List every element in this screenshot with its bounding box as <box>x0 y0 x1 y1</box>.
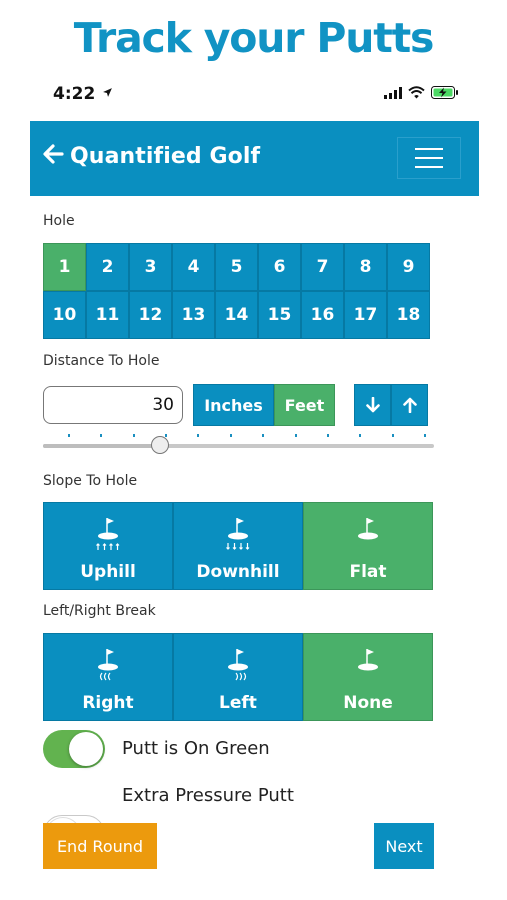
back-arrow-icon[interactable] <box>42 143 64 171</box>
right-break-button[interactable]: Right <box>43 633 173 721</box>
downhill-button[interactable]: Downhill <box>173 502 303 590</box>
hole-button[interactable]: 18 <box>387 291 430 339</box>
hole-button[interactable]: 14 <box>215 291 258 339</box>
hole-button[interactable]: 17 <box>344 291 387 339</box>
feet-button[interactable]: Feet <box>274 384 335 426</box>
no-break-button[interactable]: None <box>303 633 433 721</box>
menu-icon-bar <box>415 148 443 150</box>
hole-button[interactable]: 3 <box>129 243 172 291</box>
slope-label: Slope To Hole <box>43 473 138 489</box>
hole-button[interactable]: 11 <box>86 291 129 339</box>
status-time: 4:22 <box>53 84 113 104</box>
hole-selector: 1 2 3 4 5 6 7 8 9 10 11 12 13 14 15 16 1… <box>43 243 430 339</box>
end-round-button[interactable]: End Round <box>43 823 157 869</box>
toggle-knob <box>69 732 103 766</box>
inches-button[interactable]: Inches <box>193 384 274 426</box>
on-green-toggle[interactable] <box>43 730 105 768</box>
hole-button[interactable]: 13 <box>172 291 215 339</box>
no-break-icon <box>358 649 378 671</box>
slider-tick <box>132 434 135 437</box>
uphill-label: Uphill <box>80 562 136 582</box>
menu-icon-bar <box>415 166 443 168</box>
hamburger-menu-button[interactable] <box>397 137 461 179</box>
wifi-icon <box>408 86 425 99</box>
slider-tick <box>294 434 297 437</box>
hole-button[interactable]: 8 <box>344 243 387 291</box>
right-break-icon <box>98 649 118 681</box>
battery-charging-icon <box>431 86 458 99</box>
slider-tick <box>326 434 329 437</box>
slider-tick <box>229 434 232 437</box>
hole-button[interactable]: 4 <box>172 243 215 291</box>
slider-tick <box>197 434 200 437</box>
slider-tick <box>359 434 362 437</box>
uphill-icon <box>96 518 120 550</box>
decrement-button[interactable] <box>354 384 391 426</box>
status-time-text: 4:22 <box>53 84 96 104</box>
location-arrow-icon <box>103 88 113 97</box>
hole-button[interactable]: 15 <box>258 291 301 339</box>
slider-tick <box>68 434 70 437</box>
hole-button[interactable]: 10 <box>43 291 86 339</box>
hole-button[interactable]: 1 <box>43 243 86 291</box>
break-label: Left/Right Break <box>43 603 156 619</box>
promo-headline: Track your Putts <box>73 14 435 62</box>
left-break-label: Left <box>219 693 257 713</box>
hole-button[interactable]: 2 <box>86 243 129 291</box>
slope-selector: Uphill Downhill Flat <box>43 502 433 590</box>
cellular-signal-icon <box>384 86 402 99</box>
arrow-down-icon <box>365 397 380 413</box>
distance-slider-thumb[interactable] <box>151 436 170 454</box>
arrow-up-icon <box>402 397 417 413</box>
break-selector: Right Left None <box>43 633 433 721</box>
distance-input[interactable] <box>43 386 183 424</box>
hole-button[interactable]: 16 <box>301 291 344 339</box>
hole-button[interactable]: 5 <box>215 243 258 291</box>
distance-stepper <box>354 384 428 426</box>
left-break-icon <box>228 649 248 681</box>
slider-tick <box>424 434 426 437</box>
unit-toggle: Inches Feet <box>193 384 335 426</box>
slider-tick <box>165 434 168 437</box>
slider-tick <box>100 434 103 437</box>
slider-tick <box>262 434 265 437</box>
hole-button[interactable]: 6 <box>258 243 301 291</box>
left-break-button[interactable]: Left <box>173 633 303 721</box>
app-title: Quantified Golf <box>70 144 261 169</box>
downhill-label: Downhill <box>196 562 280 582</box>
hole-button[interactable]: 12 <box>129 291 172 339</box>
increment-button[interactable] <box>391 384 428 426</box>
extra-pressure-label: Extra Pressure Putt <box>122 785 294 806</box>
next-button[interactable]: Next <box>374 823 434 869</box>
no-break-label: None <box>343 693 393 713</box>
uphill-button[interactable]: Uphill <box>43 502 173 590</box>
right-break-label: Right <box>82 693 134 713</box>
distance-slider-fill <box>43 444 161 448</box>
flat-button[interactable]: Flat <box>303 502 433 590</box>
menu-icon-bar <box>415 157 443 159</box>
slider-tick <box>391 434 394 437</box>
flat-icon <box>358 518 378 540</box>
downhill-icon <box>226 518 250 550</box>
hole-button[interactable]: 9 <box>387 243 430 291</box>
hole-button[interactable]: 7 <box>301 243 344 291</box>
distance-label: Distance To Hole <box>43 353 160 369</box>
flat-label: Flat <box>349 562 387 582</box>
hole-label: Hole <box>43 213 75 229</box>
status-icons <box>384 86 459 99</box>
on-green-label: Putt is On Green <box>122 738 270 759</box>
